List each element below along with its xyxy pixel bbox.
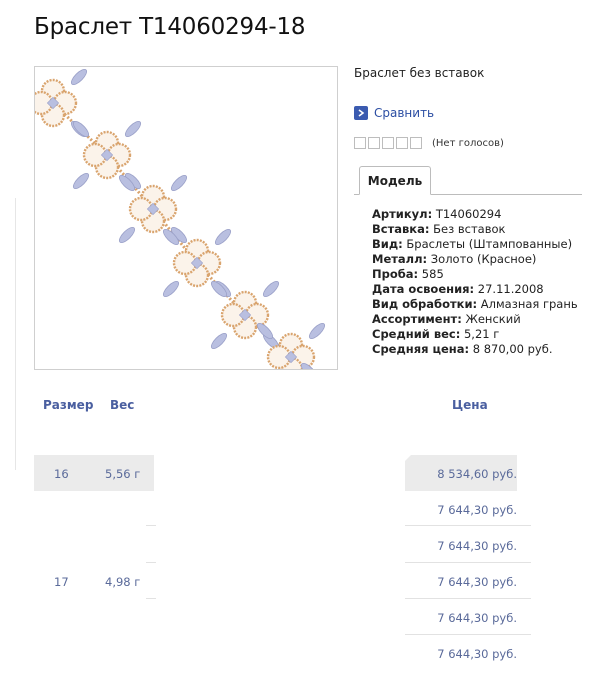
compare-link[interactable]: Сравнить [354,106,434,120]
price-cell: 8 534,60 руб. [437,467,517,481]
row-divider [405,562,531,563]
column-header-size: Размер [43,398,94,412]
rating-star-5[interactable] [410,137,422,149]
spec-row: Проба: 585 [372,267,444,281]
left-divider [15,198,16,470]
rating-star-3[interactable] [382,137,394,149]
spec-row: Средний вес: 5,21 г [372,327,500,341]
product-title: Браслет Т14060294-18 [34,14,306,40]
votes-count: (Нет голосов) [432,137,504,149]
compare-label: Сравнить [374,106,435,120]
weight-cell: 4,98 г [105,575,141,589]
spec-row: Ассортимент: Женский [372,312,521,326]
spec-row: Вид обработки: Алмазная грань [372,297,578,311]
size-cell: 17 [54,575,69,589]
rating-star-1[interactable] [354,137,366,149]
weight-cell: 5,56 г [105,467,141,481]
spec-row: Дата освоения: 27.11.2008 [372,282,544,296]
bracelet-illustration [35,68,326,369]
tab-model[interactable]: Модель [359,166,431,195]
price-cell: 7 644,30 руб. [437,575,517,589]
row-divider [146,525,156,526]
row-divider [146,598,156,599]
spec-row: Металл: Золото (Красное) [372,252,537,266]
row-divider [405,634,531,635]
rating-star-2[interactable] [368,137,380,149]
product-subtitle: Браслет без вставок [354,66,485,80]
rating-widget[interactable]: (Нет голосов) [354,137,504,149]
spec-row: Вставка: Без вставок [372,222,506,236]
row-divider [405,598,531,599]
price-cell: 7 644,30 руб. [437,539,517,553]
row-divider [405,525,531,526]
product-image[interactable] [34,66,338,370]
spec-row: Вид: Браслеты (Штампованные) [372,237,573,251]
spec-list: Артикул: Т14060294 Вставка: Без вставок … [372,207,578,357]
rating-star-4[interactable] [396,137,408,149]
price-cell: 7 644,30 руб. [437,503,517,517]
row-divider [146,562,156,563]
spec-row: Средняя цена: 8 870,00 руб. [372,342,553,356]
column-header-weight: Вес [110,398,135,412]
price-cell: 7 644,30 руб. [437,647,517,661]
price-cell: 7 644,30 руб. [437,611,517,625]
arrow-right-icon [354,106,368,120]
spec-row: Артикул: Т14060294 [372,207,502,221]
size-cell: 16 [54,467,69,481]
column-header-price: Цена [452,398,488,412]
